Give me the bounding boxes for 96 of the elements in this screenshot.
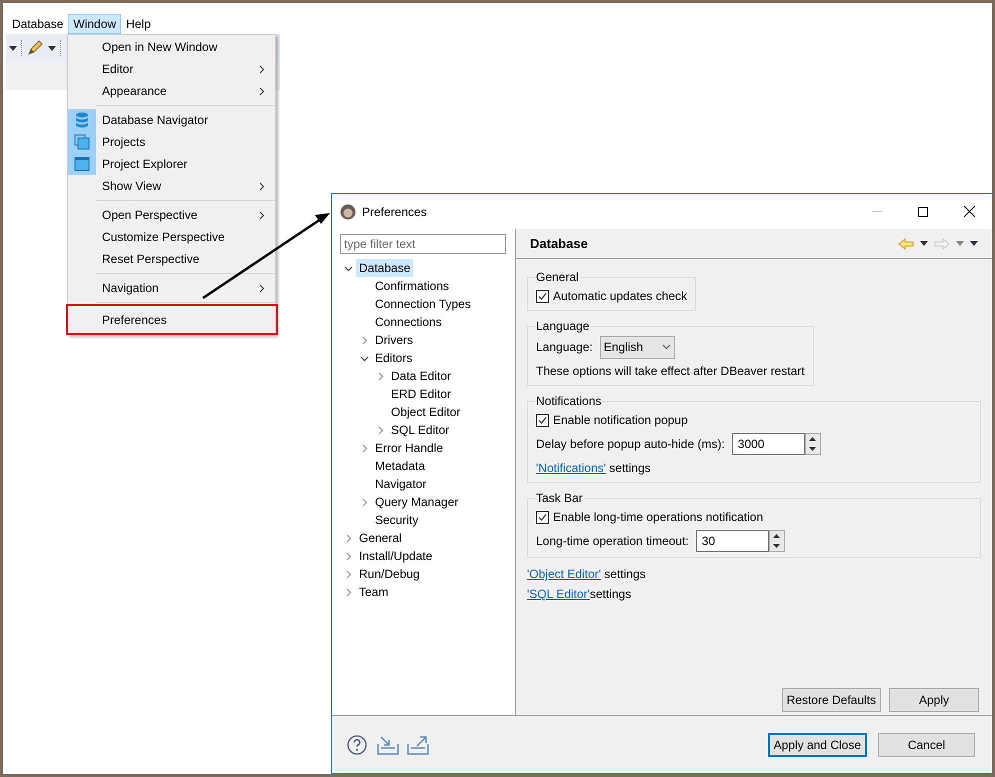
language-dropdown[interactable]: English [600,336,675,358]
tree-item[interactable]: Run/Debug [356,565,423,583]
tree-item[interactable]: Data Editor [388,367,454,385]
help-icon[interactable] [347,734,367,754]
chevron-right-icon [259,86,265,96]
checkbox-label: Enable notification popup [553,412,688,429]
tree-item[interactable]: Confirmations [372,277,452,295]
chevron-right-icon [259,284,265,292]
menu-bar-item[interactable]: Help [121,14,156,34]
menu-item[interactable]: Database Navigator [68,109,275,131]
chevron-right-icon[interactable] [344,552,352,560]
settings-link[interactable]: 'Object Editor' [527,567,601,581]
checkbox-label: Automatic updates check [553,288,688,305]
settings-text: 'SQL Editor'settings [527,586,632,603]
chevron-right-icon [259,210,265,220]
spin-buttons[interactable] [768,530,785,552]
field-label: Language: [536,339,593,356]
close-icon [964,206,974,217]
settings-link[interactable]: 'Notifications' [536,461,606,475]
tree-item[interactable]: Install/Update [356,547,436,565]
chevron-right-icon [259,64,265,74]
chevron-down-icon[interactable] [360,354,368,362]
number-field[interactable]: 30 [696,530,769,552]
import-icon[interactable] [377,734,399,754]
tree-item[interactable]: Connections [372,313,445,331]
group-title: Language [535,318,590,335]
group-title: Task Bar [535,490,584,507]
menu-bar-item[interactable]: Window [68,14,122,34]
menu-item[interactable]: Open Perspective [68,204,275,226]
tree-item[interactable]: Editors [372,349,416,367]
tree-item[interactable]: Team [356,583,392,601]
tree-item[interactable]: SQL Editor [388,421,452,439]
tree-item[interactable]: Connection Types [372,295,474,313]
chevron-right-icon[interactable] [360,444,368,452]
menu-item[interactable]: Project Explorer [68,153,275,175]
app-icon [340,204,356,220]
tree-item[interactable]: ERD Editor [388,385,454,403]
menu-item[interactable]: Appearance [68,80,275,102]
group-title: Notifications [535,393,602,410]
window-icon [74,156,90,172]
page-title: Database [530,234,589,253]
info-text: These options will take effect after DBeaver restart [536,363,805,380]
chevron-right-icon[interactable] [344,534,352,542]
windows-icon [74,134,90,150]
chevron-down-icon [662,344,671,350]
tree-item[interactable]: Query Manager [372,493,462,511]
tree-item[interactable]: Database [356,259,414,277]
page-button[interactable]: Apply [889,688,979,712]
dialog-button[interactable]: Apply and Close [768,732,867,756]
export-icon[interactable] [407,734,429,754]
chevron-right-icon[interactable] [360,498,368,506]
chevron-right-icon[interactable] [344,588,352,596]
tree-item[interactable]: Metadata [372,457,428,475]
chevron-right-icon [259,182,265,190]
chevron-right-icon[interactable] [376,426,384,434]
chevron-down-icon[interactable] [344,264,352,272]
menu-item[interactable]: Projects [68,131,275,153]
chevron-right-icon[interactable] [360,336,368,344]
tree-item[interactable]: Drivers [372,331,416,349]
chevron-right-icon[interactable] [344,570,352,578]
menu-item[interactable]: Preferences [68,306,276,333]
menu-item[interactable]: Show View [68,175,275,197]
settings-link[interactable]: 'SQL Editor' [527,587,590,601]
menu-item[interactable]: Editor [68,58,275,80]
field-label: Delay before popup auto-hide (ms): [536,436,725,453]
database-icon [74,112,90,128]
menu-item[interactable]: Navigation [68,277,275,299]
tree-item[interactable]: Navigator [372,475,430,493]
window-title: Preferences [362,204,428,220]
checkbox[interactable] [536,414,549,426]
checkbox[interactable] [536,510,549,524]
dialog-button[interactable]: Cancel [878,732,975,756]
number-field[interactable]: 3000 [732,433,805,455]
group-title: General [535,269,580,286]
menu-item[interactable]: Customize Perspective [68,226,275,248]
caret-icon[interactable] [9,46,17,50]
menu-bar-item[interactable]: Database [7,14,68,34]
tree-item[interactable]: Object Editor [388,403,464,421]
settings-text: 'Notifications' settings [536,460,652,477]
spin-buttons[interactable] [804,433,821,455]
pencil-icon[interactable] [26,39,44,57]
menu-item[interactable]: Reset Perspective [68,248,275,270]
field-label: Long-time operation timeout: [536,533,689,550]
caret-icon[interactable] [920,241,928,246]
tree-item[interactable]: Error Handle [372,439,446,457]
chevron-right-icon[interactable] [376,372,384,380]
menu-item[interactable]: Open in New Window [68,36,275,58]
page-button[interactable]: Restore Defaults [782,688,881,712]
tree-item[interactable]: Security [372,511,422,529]
filter-field[interactable]: type filter text [340,234,506,254]
settings-text: 'Object Editor' settings [527,566,646,583]
checkbox-label: Enable long-time operations notification [553,509,764,526]
caret-icon[interactable] [48,46,56,50]
checkbox[interactable] [536,290,549,302]
tree-item[interactable]: General [356,529,405,547]
menu-caret-icon[interactable] [970,241,978,246]
